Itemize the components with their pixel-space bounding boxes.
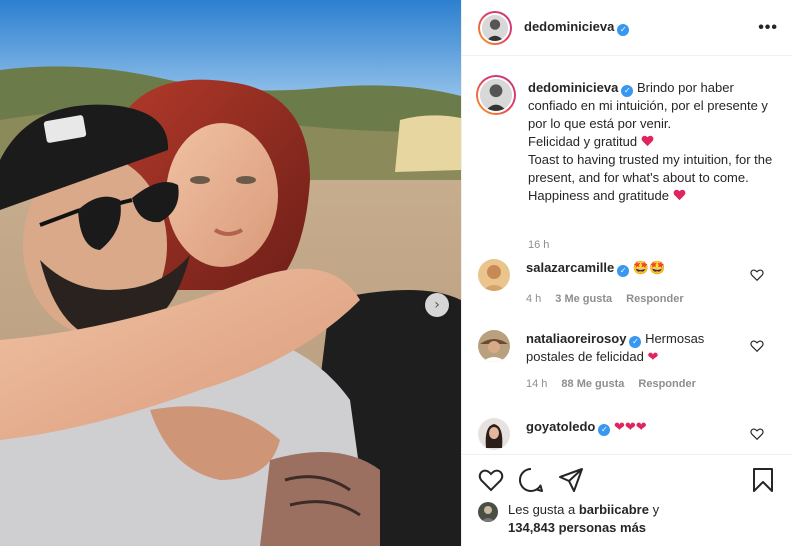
heart-emoji-icon bbox=[673, 189, 685, 201]
commenter-avatar[interactable] bbox=[478, 418, 510, 450]
like-heart-icon[interactable] bbox=[478, 467, 504, 493]
save-bookmark-icon[interactable] bbox=[750, 467, 776, 493]
caption-line-2: Felicidad y gratitud bbox=[528, 134, 638, 149]
commenter-avatar[interactable] bbox=[478, 330, 510, 362]
post-photo[interactable]: › bbox=[0, 0, 461, 546]
comment-time[interactable]: 4 h bbox=[526, 293, 541, 305]
comment-emoji: ❤ bbox=[647, 349, 659, 364]
post-timestamp[interactable]: 16 h bbox=[528, 239, 549, 251]
action-icons bbox=[478, 467, 776, 493]
likes-connector: y bbox=[652, 502, 660, 517]
caption-line-3: Toast to having trusted my intuition, fo… bbox=[528, 152, 773, 203]
author-username[interactable]: dedominicieva ✓ bbox=[524, 19, 758, 36]
verified-badge-icon: ✓ bbox=[598, 424, 611, 436]
commenter-username[interactable]: nataliaoreirosoy bbox=[526, 331, 626, 346]
reply-button[interactable]: Responder bbox=[626, 293, 683, 305]
commenter-username[interactable]: goyatoledo bbox=[526, 419, 595, 434]
post-actions: Les gusta a barbiicabre y 134,843 person… bbox=[462, 454, 792, 546]
likes-count[interactable]: 134,843 personas más bbox=[508, 520, 646, 535]
liker-username[interactable]: barbiicabre bbox=[579, 502, 649, 517]
post-side-panel: dedominicieva ✓ ••• dedominicieva ✓ Brindo… bbox=[461, 0, 792, 546]
comment-likes[interactable]: 3 Me gusta bbox=[555, 293, 612, 305]
likes-text: Les gusta a barbiicabre y 134,843 person… bbox=[508, 501, 768, 537]
caption-username[interactable]: dedominicieva bbox=[528, 80, 618, 95]
post-header: dedominicieva ✓ ••• bbox=[462, 0, 792, 56]
verified-badge-icon: ✓ bbox=[621, 85, 634, 97]
author-avatar[interactable] bbox=[478, 10, 512, 45]
comments-section[interactable]: dedominicieva ✓ Brindo por haber confiado… bbox=[462, 57, 792, 454]
comment-text: nataliaoreirosoy ✓ Hermosas postales de f… bbox=[526, 330, 738, 366]
likes-prefix: Les gusta a bbox=[508, 502, 576, 517]
liker-avatar[interactable] bbox=[478, 502, 498, 522]
commenter-avatar[interactable] bbox=[478, 259, 510, 291]
comment-like-heart-icon[interactable] bbox=[750, 268, 764, 282]
verified-badge-icon: ✓ bbox=[617, 24, 630, 36]
comment-like-heart-icon[interactable] bbox=[750, 427, 764, 441]
comment-like-heart-icon[interactable] bbox=[750, 339, 764, 353]
heart-emoji-icon bbox=[641, 135, 654, 147]
carousel-next-button[interactable]: › bbox=[425, 293, 449, 317]
more-options-icon[interactable]: ••• bbox=[758, 19, 778, 37]
comment-likes[interactable]: 88 Me gusta bbox=[561, 378, 624, 390]
comment-time[interactable]: 14 h bbox=[526, 378, 547, 390]
comment-emoji: 🤩🤩 bbox=[632, 260, 666, 275]
comment-text: salazarcamille ✓ 🤩🤩 bbox=[526, 259, 738, 277]
verified-badge-icon: ✓ bbox=[617, 265, 630, 277]
instagram-post: › dedominicieva ✓ ••• dedominicieva ✓ Br… bbox=[0, 0, 792, 546]
comment-text: goyatoledo ✓ ❤❤❤ bbox=[526, 418, 738, 436]
caption-avatar[interactable] bbox=[476, 75, 516, 115]
share-paper-plane-icon[interactable] bbox=[558, 467, 584, 493]
commenter-username[interactable]: salazarcamille bbox=[526, 260, 614, 275]
chevron-right-icon: › bbox=[434, 297, 440, 313]
comment-meta: 4 h 3 Me gusta Responder bbox=[526, 293, 684, 305]
comment-icon[interactable] bbox=[518, 467, 544, 493]
caption-text: dedominicieva ✓ Brindo por haber confiado… bbox=[528, 79, 780, 205]
reply-button[interactable]: Responder bbox=[638, 378, 695, 390]
comment-meta: 14 h 88 Me gusta Responder bbox=[526, 378, 696, 390]
verified-badge-icon: ✓ bbox=[629, 336, 642, 348]
couple-beach-photo bbox=[0, 0, 461, 546]
comment-emoji: ❤❤❤ bbox=[613, 419, 647, 434]
